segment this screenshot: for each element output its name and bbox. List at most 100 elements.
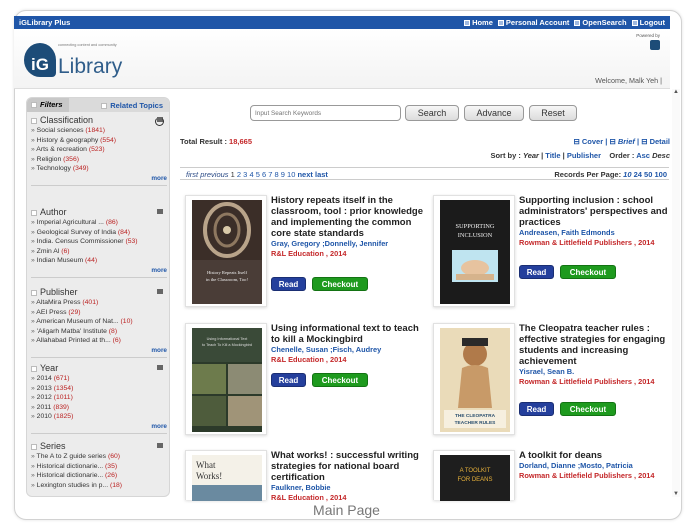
more-link[interactable]: more — [31, 175, 167, 182]
logout-link[interactable]: Logout — [631, 18, 665, 27]
home-link[interactable]: Home — [464, 18, 493, 27]
page-link-10[interactable]: 10 — [287, 170, 295, 179]
book-title[interactable]: The Cleopatra teacher rules : effective … — [519, 323, 673, 367]
read-button[interactable]: Read — [519, 402, 554, 416]
book-title[interactable]: Supporting inclusion : school administra… — [519, 195, 673, 228]
facet-item[interactable]: AltaMira Press (401) — [31, 298, 167, 308]
read-button[interactable]: Read — [271, 373, 306, 387]
book-cover[interactable]: What Works! — [185, 450, 267, 501]
facet-title[interactable]: Author — [31, 207, 167, 217]
page-link-6[interactable]: 6 — [262, 170, 266, 179]
facet-title[interactable]: Year — [31, 363, 167, 373]
per-page-24[interactable]: 24 — [634, 170, 642, 179]
facet-item[interactable]: Zmin Al (6) — [31, 247, 167, 257]
book-cover[interactable]: Using Informational Text to Teach To Kil… — [185, 323, 267, 435]
opensearch-link[interactable]: OpenSearch — [574, 18, 627, 27]
facet-item[interactable]: 2012 (1011) — [31, 393, 167, 403]
view-cover[interactable]: ⊟ Cover — [574, 137, 604, 146]
facet-item[interactable]: Lexington studies in p... (18) — [31, 481, 167, 491]
facet-item[interactable]: Geological Survey of India (84) — [31, 228, 167, 238]
personal-account-link[interactable]: Personal Account — [497, 18, 569, 27]
page-link-2[interactable]: 2 — [237, 170, 241, 179]
book-authors[interactable]: Dorland, Dianne ;Mosto, Patricia — [519, 461, 673, 471]
page-link-3[interactable]: 3 — [243, 170, 247, 179]
facet-title[interactable]: Classification — [31, 115, 167, 125]
facet-item[interactable]: Arts & recreation (523) — [31, 145, 167, 155]
facet-options-icon[interactable] — [157, 443, 163, 448]
previous-page-link[interactable]: previous — [200, 170, 228, 179]
book-cover[interactable]: A TOOLKIT FOR DEANS — [433, 450, 515, 501]
facet-item[interactable]: Indian Museum (44) — [31, 256, 167, 266]
facet-item[interactable]: American Museum of Nat... (10) — [31, 317, 167, 327]
facet-item[interactable]: Imperial Agricultural ... (86) — [31, 218, 167, 228]
tab-filters[interactable]: Filters — [27, 98, 69, 112]
facet-options-icon[interactable] — [157, 289, 163, 294]
book-title[interactable]: History repeats itself in the classroom,… — [271, 195, 425, 239]
facet-options-icon[interactable] — [157, 209, 163, 214]
advance-button[interactable]: Advance — [464, 105, 524, 121]
search-input[interactable] — [250, 105, 401, 121]
more-link[interactable]: more — [31, 267, 167, 274]
book-cover[interactable]: THE CLEOPATRA TEACHER RULES — [433, 323, 515, 435]
facet-item[interactable]: India. Census Commissioner (53) — [31, 237, 167, 247]
order-asc[interactable]: Asc — [636, 151, 650, 160]
facet-toggle-icon[interactable] — [31, 290, 37, 296]
facet-title[interactable]: Publisher — [31, 287, 167, 297]
facet-toggle-icon[interactable] — [31, 118, 37, 124]
view-brief[interactable]: ⊟ Brief — [609, 137, 634, 146]
facet-options-icon[interactable] — [157, 365, 163, 370]
iglibrary-logo[interactable]: iG Library connecting content and commun… — [24, 43, 122, 78]
facet-item[interactable]: 2010 (1825) — [31, 412, 167, 422]
facet-item[interactable]: History & geography (554) — [31, 136, 167, 146]
read-button[interactable]: Read — [271, 277, 306, 291]
per-page-50[interactable]: 50 — [644, 170, 652, 179]
facet-item[interactable]: Social sciences (1841) — [31, 126, 167, 136]
page-link-5[interactable]: 5 — [256, 170, 260, 179]
book-authors[interactable]: Gray, Gregory ;Donnelly, Jennifer — [271, 239, 425, 249]
last-page-link[interactable]: last — [315, 170, 328, 179]
facet-item[interactable]: Historical dictionarie... (35) — [31, 462, 167, 472]
per-page-10[interactable]: 10 — [623, 170, 631, 179]
scroll-down-icon[interactable]: ▼ — [672, 491, 680, 497]
per-page-100[interactable]: 100 — [654, 170, 667, 179]
checkout-button[interactable]: Checkout — [560, 265, 616, 279]
checkout-button[interactable]: Checkout — [312, 277, 368, 291]
refresh-icon[interactable] — [155, 117, 164, 126]
book-authors[interactable]: Yisrael, Sean B. — [519, 367, 673, 377]
page-link-8[interactable]: 8 — [275, 170, 279, 179]
facet-item[interactable]: 'Aligarh Matba' Institute (8) — [31, 327, 167, 337]
scroll-up-icon[interactable]: ▲ — [672, 89, 680, 95]
sort-title[interactable]: Title — [545, 151, 560, 160]
facet-item[interactable]: 2014 (671) — [31, 374, 167, 384]
first-page-link[interactable]: first — [186, 170, 198, 179]
sort-publisher[interactable]: Publisher — [567, 151, 601, 160]
page-link-7[interactable]: 7 — [268, 170, 272, 179]
facet-toggle-icon[interactable] — [31, 444, 37, 450]
facet-item[interactable]: AEI Press (29) — [31, 308, 167, 318]
facet-item[interactable]: Allahabad Printed at th... (6) — [31, 336, 167, 346]
book-title[interactable]: A toolkit for deans — [519, 450, 673, 461]
checkout-button[interactable]: Checkout — [560, 402, 616, 416]
more-link[interactable]: more — [31, 347, 167, 354]
search-button[interactable]: Search — [405, 105, 459, 121]
book-title[interactable]: Using informational text to teach to kil… — [271, 323, 425, 345]
sort-year[interactable]: Year — [523, 151, 539, 160]
next-page-link[interactable]: next — [297, 170, 312, 179]
facet-item[interactable]: 2011 (839) — [31, 403, 167, 413]
facet-item[interactable]: Historical dictionarie... (26) — [31, 471, 167, 481]
order-desc[interactable]: Desc — [652, 151, 670, 160]
reset-button[interactable]: Reset — [529, 105, 577, 121]
book-title[interactable]: What works! : successful writing strateg… — [271, 450, 425, 483]
book-authors[interactable]: Faulkner, Bobbie — [271, 483, 425, 493]
more-link[interactable]: more — [31, 423, 167, 430]
facet-item[interactable]: Religion (356) — [31, 155, 167, 165]
book-cover[interactable]: SUPPORTING INCLUSION — [433, 195, 515, 307]
view-detail[interactable]: ⊟ Detail — [641, 137, 670, 146]
facet-item[interactable]: Technology (349) — [31, 164, 167, 174]
book-cover[interactable]: History Repeats Itself in the Classroom,… — [185, 195, 267, 307]
page-link-9[interactable]: 9 — [281, 170, 285, 179]
tab-related-topics[interactable]: Related Topics — [101, 101, 169, 110]
read-button[interactable]: Read — [519, 265, 554, 279]
checkout-button[interactable]: Checkout — [312, 373, 368, 387]
page-link-4[interactable]: 4 — [249, 170, 253, 179]
